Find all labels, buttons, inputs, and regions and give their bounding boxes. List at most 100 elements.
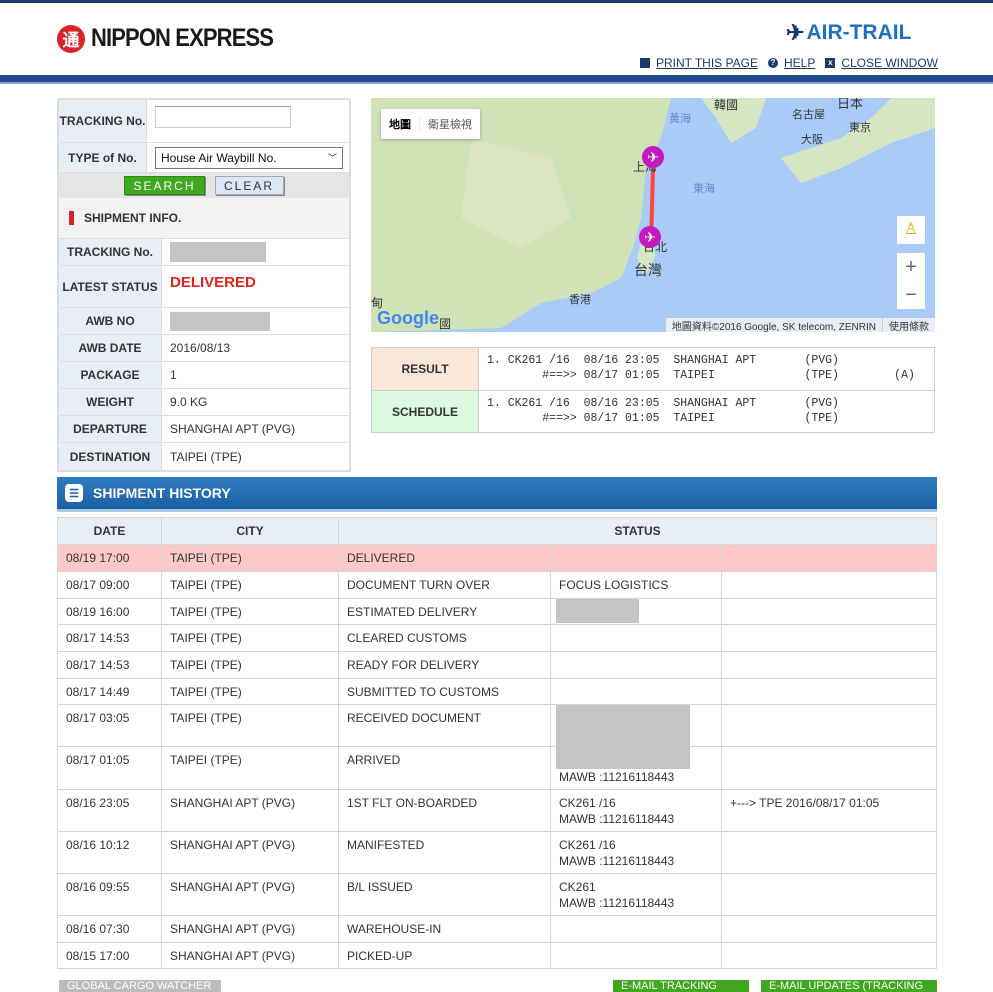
info-label: TRACKING No. [59,239,162,265]
chevron-down-icon: ﹀ [327,153,337,163]
print-label: PRINT THIS PAGE [655,56,758,70]
history-status: READY FOR DELIVERY [338,651,551,679]
schedule-text: 1. CK261 /16 08/16 23:05 SHANGHAI APT (P… [487,397,839,425]
street-view-pegman-icon[interactable]: ♙ [897,216,925,244]
terms-link[interactable]: 使用條款 [882,318,935,332]
history-city: TAIPEI (TPE) [161,624,339,652]
zoom-out-button[interactable]: − [897,281,925,309]
history-date: 08/17 14:53 [57,624,162,652]
history-row: 08/17 03:05 TAIPEI (TPE) RECEIVED DOCUMENT [57,704,937,747]
history-row: 08/17 09:00 TAIPEI (TPE) DOCUMENT TURN OVE… [57,571,937,599]
history-d2 [721,746,937,790]
shipment-history-title: SHIPMENT HISTORY [93,485,231,501]
info-value: SHANGHAI APT (PVG) [170,422,296,436]
clear-button[interactable]: CLEAR [214,176,284,195]
col-date: DATE [57,517,162,545]
history-row: 08/19 17:00 TAIPEI (TPE) DELIVERED [57,544,937,572]
history-d2 [721,873,937,916]
history-d1: CK261 MAWB :11216118443 [550,873,722,916]
route-map[interactable]: 地圖 衛星檢視 韓國 黃海 東海 日本 名古屋 東京 大阪 上海 台北 台灣 香… [371,98,935,332]
history-date: 08/16 07:30 [57,915,162,943]
history-city: TAIPEI (TPE) [161,598,339,625]
history-d2: +---> TPE 2016/08/17 01:05 [721,789,937,832]
document-icon [639,58,650,68]
history-row: 08/19 16:00 TAIPEI (TPE) ESTIMATED DELIVER… [57,598,937,625]
print-link[interactable]: PRINT THIS PAGE [639,56,758,70]
history-d2 [721,598,937,625]
history-status: 1ST FLT ON-BOARDED [338,789,551,832]
history-status: RECEIVED DOCUMENT [338,704,551,747]
map-label: 名古屋 [792,109,825,121]
shipment-info-header: SHIPMENT INFO. [59,198,349,239]
history-date: 08/16 23:05 [57,789,162,832]
history-status: DELIVERED [338,544,551,572]
info-label: PACKAGE [59,362,162,388]
map-tab[interactable]: 地圖 [381,116,419,132]
info-label: DEPARTURE [59,416,162,442]
air-trail-logo: ✈ AIR-TRAIL [786,20,911,46]
search-button[interactable]: SEARCH [124,176,205,195]
history-d1 [550,678,722,705]
history-row: 08/17 14:53 TAIPEI (TPE) CLEARED CUSTOMS [57,624,937,652]
type-label: TYPE of No. [59,143,147,172]
history-row: 08/17 01:05 TAIPEI (TPE) ARRIVED MAWB :1121… [57,746,937,790]
destination-airport-marker-icon[interactable]: ✈ [639,226,661,248]
history-city: TAIPEI (TPE) [161,651,339,679]
redacted-awb-no [170,311,270,331]
history-row: 08/16 10:12 SHANGHAI APT (PVG) MANIFESTED C… [57,831,937,874]
history-status: B/L ISSUED [338,873,551,916]
map-label: 韓國 [714,98,739,112]
tracking-no-input[interactable] [155,106,291,128]
history-d2 [721,704,937,747]
history-date: 08/19 17:00 [57,544,162,572]
col-status: STATUS [338,517,937,545]
redacted-block [556,747,690,769]
logo-seal-icon: 通 [57,24,85,53]
close-window-link[interactable]: x CLOSE WINDOW [825,56,938,70]
info-value: 9.0 KG [170,395,208,409]
history-date: 08/17 03:05 [57,704,162,747]
map-type-control: 地圖 衛星檢視 [381,109,480,139]
history-d1 [550,915,722,943]
satellite-tab[interactable]: 衛星檢視 [419,116,480,132]
header-links: PRINT THIS PAGE ? HELP x CLOSE WINDOW [639,56,938,70]
history-date: 08/17 14:53 [57,651,162,679]
shipment-history-header: ☰ SHIPMENT HISTORY [57,477,937,512]
history-date: 08/16 09:55 [57,873,162,916]
history-detail: MAWB :11216118443 [559,770,675,784]
email-tracking-info-button[interactable]: E-MAIL TRACKING INFO [613,980,749,992]
map-label: 黃海 [669,113,691,125]
plane-icon: ✈ [786,20,805,45]
redacted-tracking-no [170,242,266,262]
info-label: DESTINATION [59,443,162,470]
global-cargo-watcher-button[interactable]: GLOBAL CARGO WATCHER [59,980,221,992]
history-city: SHANGHAI APT (PVG) [161,942,339,969]
history-row: 08/17 14:49 TAIPEI (TPE) SUBMITTED TO CUST… [57,678,937,705]
result-label: RESULT [372,348,479,390]
history-d2 [721,678,937,705]
history-row: 08/17 14:53 TAIPEI (TPE) READY FOR DELIVER… [57,651,937,679]
zoom-in-button[interactable]: + [897,253,925,281]
google-logo: Google [377,308,439,328]
history-row: 08/16 07:30 SHANGHAI APT (PVG) WAREHOUSE-I… [57,915,937,943]
latest-status: DELIVERED [170,274,256,291]
history-city: TAIPEI (TPE) [161,678,339,705]
history-row: 08/16 23:05 SHANGHAI APT (PVG) 1ST FLT ON-… [57,789,937,832]
help-icon: ? [767,58,778,68]
map-label: 大阪 [801,134,823,146]
history-row: 08/16 09:55 SHANGHAI APT (PVG) B/L ISSUED C… [57,873,937,916]
history-status: WAREHOUSE-IN [338,915,551,943]
history-d1: MAWB :11216118443 [550,746,722,790]
history-city: TAIPEI (TPE) [161,571,339,599]
history-status: MANIFESTED [338,831,551,874]
history-d1 [550,544,722,572]
history-city: SHANGHAI APT (PVG) [161,873,339,916]
history-city: SHANGHAI APT (PVG) [161,831,339,874]
email-updates-button[interactable]: E-MAIL UPDATES (TRACKING INFO) [761,980,937,992]
help-link[interactable]: ? HELP [767,56,815,70]
type-select[interactable]: House Air Waybill No. ﹀ [155,146,343,169]
map-label: 東京 [849,122,871,134]
origin-airport-marker-icon[interactable]: ✈ [642,146,664,168]
search-panel: TRACKING No. TYPE of No. House Air Waybi… [57,98,351,472]
history-table: DATE CITY STATUS 08/19 17:00 TAIPEI (TPE)… [57,517,937,969]
